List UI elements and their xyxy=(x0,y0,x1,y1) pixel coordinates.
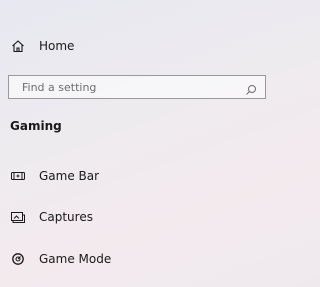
game-mode-icon xyxy=(10,251,26,267)
nav-item-home-label: Home xyxy=(39,39,75,53)
sidebar-item-game-bar-label: Game Bar xyxy=(39,169,100,183)
search-box[interactable] xyxy=(8,75,266,99)
sidebar-item-game-mode[interactable]: Game Mode xyxy=(0,241,273,277)
sidebar-item-game-mode-label: Game Mode xyxy=(39,252,112,266)
search-icon[interactable] xyxy=(245,81,257,95)
sidebar-item-captures-label: Captures xyxy=(39,210,93,224)
nav-item-home[interactable]: Home xyxy=(0,28,273,64)
search-input[interactable] xyxy=(9,76,237,98)
section-title: Gaming xyxy=(10,119,62,133)
home-icon xyxy=(10,38,26,54)
sidebar-item-game-bar[interactable]: Game Bar xyxy=(0,158,273,194)
sidebar-item-captures[interactable]: Captures xyxy=(0,199,273,235)
captures-icon xyxy=(10,209,26,225)
game-bar-icon xyxy=(10,168,26,184)
